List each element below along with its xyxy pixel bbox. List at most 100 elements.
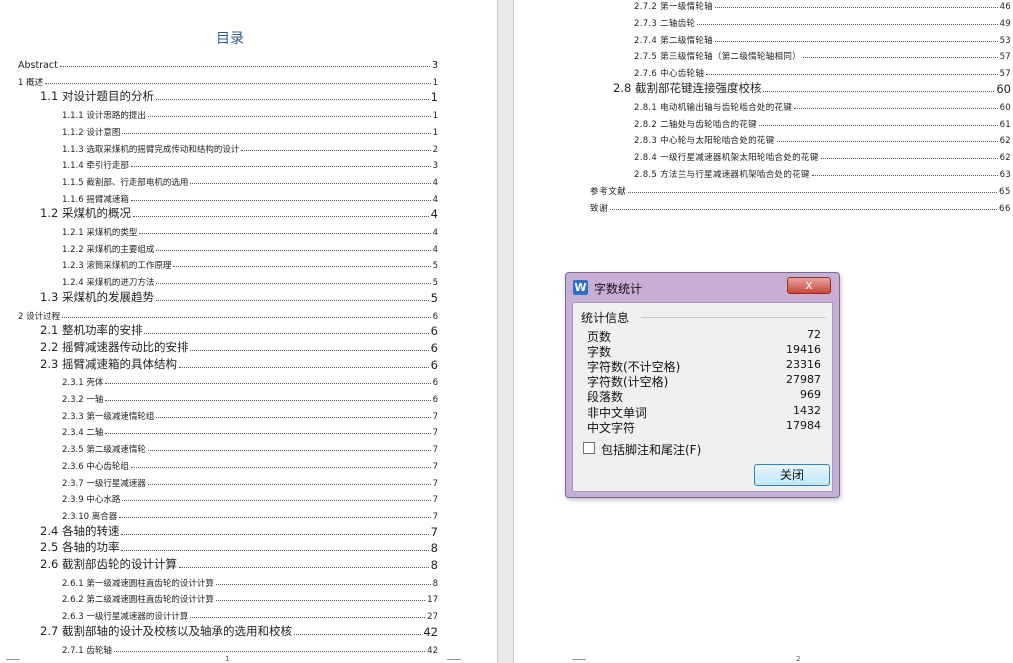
statistic-row: 段落数 969 [587,388,821,404]
wps-writer-icon: W [573,280,588,295]
dialog-titlebar[interactable]: W 字数统计 x [566,273,839,301]
toc-entry-page: 6 [432,311,438,322]
toc-entry-page: 4 [430,207,438,222]
toc-leader-dots [62,316,431,318]
toc-entry-page: 57 [999,69,1011,80]
toc-entry: 2.4 各轴的转速 7 [40,523,438,539]
toc-entry-page: 4 [432,194,438,205]
toc-entry: 2.7.3 二轴齿轮 49 [634,13,1011,29]
toc-entry-page: 1 [432,77,438,88]
toc-entry: 2.8 截割部花键连接强度校核 60 [613,80,1011,96]
toc-entry-page: 61 [999,119,1011,130]
toc-leader-dots [820,158,998,160]
toc-leader-dots [802,57,998,59]
toc-entry-page: 66 [998,203,1011,214]
toc-entry-title: 1.2.4 采煤机的进刀方法 [62,278,155,289]
toc-entry-title: 2.8.4 一级行星减速器机架太阳轮啮合处的花键 [634,153,819,164]
toc-entry-title: 2.3.4 二轴 [62,428,104,439]
toc-leader-dots [132,216,429,218]
toc-entry-page: 4 [432,177,438,188]
toc-entry-page: 1 [432,127,438,138]
statistic-value: 23316 [786,358,821,372]
statistic-row: 字符数(计空格) 27987 [587,373,821,389]
toc-entry-page: 57 [999,52,1011,63]
toc-entry-title: 2.3 摇臂减速箱的具体结构 [40,356,177,371]
toc-entry-title: 2.7.2 第一级惰轮轴 [634,2,713,12]
toc-leader-dots [147,483,431,485]
toc-leader-dots [105,383,431,385]
toc-leader-dots [763,91,995,92]
include-footnotes-label[interactable]: 包括脚注和尾注(F) [601,441,701,458]
toc-entry-title: 2.8.1 电动机输出轴与齿轮啮合处的花键 [634,102,793,113]
toc-entry-page: 7 [432,428,438,439]
toc-entry: 2.3.2 一轴 6 [62,389,438,405]
toc-entry: 2.3.4 二轴 7 [62,422,438,438]
toc-leader-dots [178,567,429,568]
toc-entry-title: 2.5 各轴的功率 [40,540,120,555]
toc-entry-title: 1.1.6 摇臂减速箱 [62,194,129,205]
toc-leader-dots [130,466,431,468]
toc-entry-title: 2.1 整机功率的安排 [40,323,143,338]
toc-entry-page: 5 [432,261,438,272]
close-x-button[interactable]: x [787,277,831,294]
toc-entry-page: 46 [999,2,1011,12]
toc-leader-dots [119,516,431,518]
toc-entry-page: 6 [432,378,438,389]
close-button[interactable]: 关闭 [754,464,830,486]
toc-entry: 2.3.7 一级行星减速器 7 [62,473,438,489]
toc-entry: 2.3 摇臂减速箱的具体结构 6 [40,356,438,372]
toc-entry-page: 8 [430,541,438,556]
toc-entry-title: 2.3.2 一轴 [62,395,104,405]
toc-leader-dots [714,40,998,42]
toc-entry: 1.1.2 设计意图 1 [62,122,438,138]
include-footnotes-checkbox[interactable] [583,442,595,454]
toc-entry-title: 2.8.5 方法兰与行星减速器机架啮合处的花键 [634,170,810,180]
toc-entry: 2.3.9 中心水路 7 [62,489,438,505]
statistic-row: 中文字符 17984 [587,419,821,435]
toc-leader-dots [628,191,997,193]
toc-leader-dots [706,74,998,76]
toc-entry-page: 6 [430,357,438,372]
toc-entry-title: 2.6 截割部齿轮的设计计算 [40,557,177,571]
toc-entry: 2.3.10 离合器 7 [62,506,438,522]
toc-leader-dots [147,450,431,452]
toc-entry-title: 2.7.6 中心齿轮轴 [634,69,705,80]
toc-leader-dots [155,299,429,301]
toc-entry-title: 致谢 [590,203,609,214]
toc-entry-page: 7 [432,445,438,456]
toc-entry-page: 42 [427,645,438,656]
toc-leader-dots [173,266,431,268]
toc-entry-title: 1.1.3 选取采煤机的摇臂完成传动和结构的设计 [62,144,240,155]
toc-entry-page: 7 [432,478,438,489]
toc-entry: 2.7 截割部轴的设计及校核以及轴承的选用和校核 42 [40,623,438,639]
toc-leader-dots [241,149,431,151]
toc-entry-page: 7 [432,461,438,472]
toc-leader-dots [610,208,997,210]
toc-entry-page: 4 [432,228,438,238]
statistic-row: 页数 72 [587,328,821,344]
toc-entry-page: 3 [432,161,438,172]
toc-entry-title: 2.6.2 第二级减速圆柱直齿轮的设计计算 [62,595,214,606]
toc-entry: 1.1 对设计题目的分析 1 [40,88,438,104]
toc-entry-page: 7 [430,524,438,539]
toc-leader-dots [147,116,431,118]
document-page-left: 目录 Abstract 3 1 概述 1 1.1 对设计题目的分析 1 1.1.1 设计思路… [0,0,498,663]
toc-entry: 2.7.4 第二级惰轮轴 53 [634,30,1011,46]
toc-leader-dots [130,199,431,201]
toc-entry-title: 2.3.7 一级行星减速器 [62,478,146,489]
statistic-row: 字符数(不计空格) 23316 [587,358,821,374]
toc-entry: 2.8.3 中心轮与太阳轮啮合处的花键 62 [634,130,1011,146]
toc-entry-page: 4 [432,244,438,255]
toc-entry-title: 2.7.3 二轴齿轮 [634,18,696,29]
toc-entry-title: 2.3.3 第一级减速惰轮组 [62,411,155,422]
toc-entry-title: 1.3 采煤机的发展趋势 [40,289,154,304]
toc-leader-dots [105,433,431,435]
toc-entry-title: 2.6.1 第一级减速圆柱直齿轮的设计计算 [62,578,214,589]
toc-entry-page: 60 [999,102,1011,113]
toc-entry-title: 1.2.3 滚筒采煤机的工作原理 [62,261,172,272]
toc-leader-dots [697,23,998,25]
toc-leader-dots [178,366,429,368]
toc-entry: 2.3.3 第一级减速惰轮组 7 [62,406,438,422]
toc-entry-page: 60 [996,82,1011,96]
toc-entry-title: 2.7 截割部轴的设计及校核以及轴承的选用和校核 [40,623,292,638]
